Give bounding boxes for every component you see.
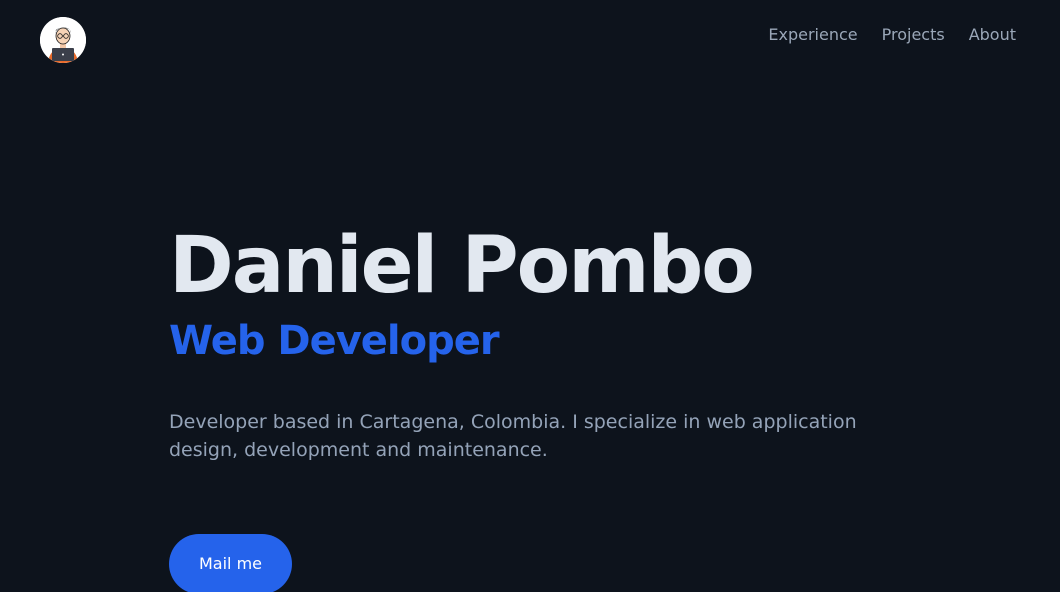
hero-section: Daniel Pombo Web Developer Developer bas… xyxy=(169,220,929,464)
hero-role: Web Developer xyxy=(169,318,500,364)
main-nav: Experience Projects About xyxy=(768,24,1016,46)
nav-item-projects[interactable]: Projects xyxy=(882,24,945,46)
developer-avatar-icon xyxy=(40,17,86,63)
page: Experience Projects About Daniel Pombo W… xyxy=(0,0,1060,592)
hero-description: Developer based in Cartagena, Colombia. … xyxy=(169,411,857,461)
mail-me-button[interactable]: Mail me xyxy=(169,534,292,592)
hero-name: Daniel Pombo xyxy=(169,221,755,311)
nav-item-about[interactable]: About xyxy=(969,24,1016,46)
nav-item-experience[interactable]: Experience xyxy=(768,24,857,46)
avatar[interactable] xyxy=(40,17,86,63)
